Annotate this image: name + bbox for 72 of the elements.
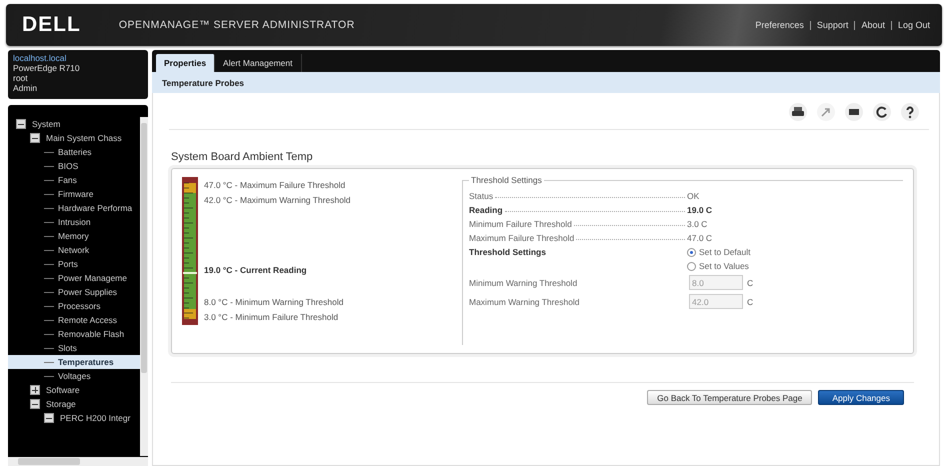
field-value: 47.0 C (687, 233, 714, 243)
field-label: Minimum Warning Threshold (469, 278, 578, 288)
threshold-label: 47.0 °C - Maximum Failure Threshold (204, 179, 346, 192)
logo: DELL (22, 13, 81, 37)
field-label: Reading (469, 205, 503, 215)
radio-label[interactable]: Set to Values (699, 261, 749, 271)
tree-item[interactable]: Intrusion (8, 215, 140, 229)
radio-button[interactable] (687, 262, 696, 270)
user-name: root (13, 73, 29, 83)
tree-item[interactable]: Voltages (8, 369, 140, 383)
tree-item[interactable]: Temperatures (8, 355, 140, 369)
collapse-icon[interactable] (30, 133, 40, 143)
export-icon[interactable] (817, 103, 835, 121)
tree-item[interactable]: Remote Access (8, 313, 140, 327)
threshold-label: 3.0 °C - Minimum Failure Threshold (204, 311, 340, 324)
header-link[interactable]: Support (816, 20, 848, 30)
tree-item[interactable]: Memory (8, 229, 140, 243)
header-link[interactable]: Preferences (755, 20, 804, 30)
back-button[interactable]: Go Back To Temperature Probes Page (647, 390, 812, 405)
tree-item[interactable]: Hardware Performa (8, 201, 140, 215)
radio-button[interactable] (687, 248, 696, 256)
tree-item[interactable]: Storage (8, 397, 140, 411)
tree-item[interactable]: Fans (8, 173, 140, 187)
header-link[interactable]: Log Out (898, 20, 930, 30)
user-role: Admin (13, 83, 38, 93)
unit-label: C (747, 296, 754, 306)
tree-item[interactable]: Firmware (8, 187, 140, 201)
section-label: Threshold Settings (469, 247, 547, 259)
tree-item[interactable]: Processors (8, 299, 140, 313)
help-icon[interactable] (901, 103, 919, 121)
tree-item[interactable]: Software (8, 383, 140, 397)
vertical-scrollbar[interactable] (140, 117, 148, 456)
tree-item[interactable]: Ports (8, 257, 140, 271)
collapse-icon[interactable] (16, 119, 26, 129)
host-name[interactable]: localhost.local (13, 53, 143, 63)
tree-item[interactable]: Slots (8, 341, 140, 355)
print-icon[interactable] (789, 103, 807, 121)
email-icon[interactable] (845, 103, 863, 121)
field-label: Maximum Failure Threshold (469, 233, 574, 243)
collapse-icon[interactable] (44, 413, 54, 423)
field-value: 19.0 C (687, 205, 714, 215)
tree-item[interactable]: Removable Flash (8, 327, 140, 341)
tree-item[interactable]: Power Supplies (8, 285, 140, 299)
tab[interactable]: Properties (156, 54, 216, 72)
tree-item[interactable]: Power Manageme (8, 271, 140, 285)
collapse-icon[interactable] (30, 399, 40, 409)
tree-item[interactable]: Main System Chass (8, 131, 140, 145)
unit-label: C (747, 278, 754, 288)
tree-item[interactable]: PERC H200 Integr (8, 411, 140, 425)
threshold-label: 42.0 °C - Maximum Warning Threshold (204, 194, 351, 207)
tree-item[interactable]: System (8, 117, 140, 131)
tree-item[interactable]: BIOS (8, 159, 140, 173)
server-model: PowerEdge R710 (13, 63, 81, 73)
apply-button[interactable]: Apply Changes (818, 390, 904, 405)
threshold-label: 8.0 °C - Minimum Warning Threshold (204, 296, 344, 309)
section-title: Temperature Probes (162, 78, 244, 88)
tree-item[interactable]: Batteries (8, 145, 140, 159)
probe-title: System Board Ambient Temp (171, 151, 314, 163)
expand-icon[interactable] (30, 385, 40, 395)
header-link[interactable]: About (861, 20, 885, 30)
field-label: Status (469, 191, 494, 201)
field-label: Maximum Warning Threshold (469, 296, 581, 306)
product-name: OPENMANAGE™ SERVER ADMINISTRATOR (118, 19, 355, 31)
tree-item[interactable]: Network (8, 243, 140, 257)
radio-label[interactable]: Set to Default (699, 247, 751, 257)
field-label: Minimum Failure Threshold (469, 219, 572, 229)
field-value: OK (687, 191, 700, 201)
horizontal-scrollbar[interactable] (8, 457, 148, 466)
group-title: Threshold Settings (470, 175, 543, 185)
current-reading-label: 19.0 °C - Current Reading (204, 264, 308, 277)
field-value: 3.0 C (687, 219, 708, 229)
refresh-icon[interactable] (873, 103, 891, 121)
